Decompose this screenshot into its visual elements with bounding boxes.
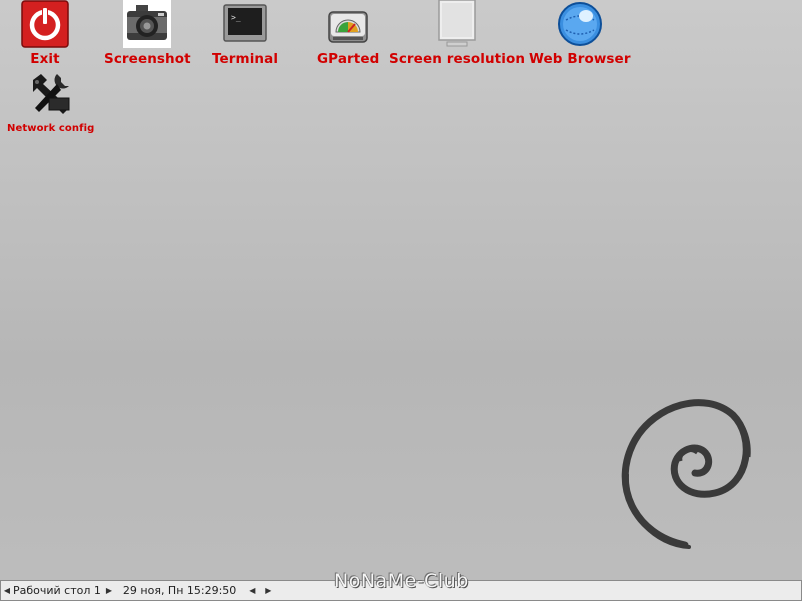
desktop-icon-screen-resolution[interactable]: Screen resolution: [389, 0, 525, 66]
workspace-prev-button[interactable]: ◀: [1, 586, 13, 595]
monitor-icon: [433, 0, 481, 48]
desktop-icon-exit[interactable]: Exit: [21, 0, 69, 66]
globe-icon: [556, 0, 604, 48]
desktop-icon-gparted[interactable]: GParted: [317, 0, 379, 66]
desktop[interactable]: Exit Screenshot >_ Terminal GParted Scre…: [0, 0, 802, 580]
workspace-label[interactable]: Рабочий стол 1: [13, 584, 101, 597]
desktop-icon-label: Screenshot: [104, 51, 191, 67]
terminal-icon: >_: [221, 0, 269, 48]
svg-text:>_: >_: [231, 13, 241, 22]
desktop-icon-network-config[interactable]: Network config: [7, 70, 94, 136]
workspace-next-button[interactable]: ▶: [103, 586, 115, 595]
debian-swirl-logo: [615, 395, 755, 555]
desktop-icon-label: Screen resolution: [389, 51, 526, 67]
disk-icon: [324, 0, 372, 48]
desktop-icon-label: Terminal: [212, 51, 279, 67]
tasks-prev-button[interactable]: ◀: [246, 586, 258, 595]
taskbar: ◀ Рабочий стол 1 ▶ 29 ноя, Пн 15:29:50 ◀…: [0, 580, 802, 601]
desktop-icon-web-browser[interactable]: Web Browser: [529, 0, 631, 66]
clock[interactable]: 29 ноя, Пн 15:29:50: [123, 584, 236, 597]
tasks-next-button[interactable]: ▶: [262, 586, 274, 595]
wrench-icon: [27, 70, 75, 118]
desktop-icon-label: Web Browser: [529, 51, 631, 67]
desktop-icon-screenshot[interactable]: Screenshot: [104, 0, 191, 66]
desktop-icon-label: GParted: [317, 51, 380, 67]
camera-icon: [123, 0, 172, 48]
desktop-icon-terminal[interactable]: >_ Terminal: [212, 0, 278, 66]
desktop-icon-label: Exit: [30, 51, 60, 67]
desktop-icon-label: Network config: [7, 123, 95, 134]
power-icon: [21, 0, 69, 48]
